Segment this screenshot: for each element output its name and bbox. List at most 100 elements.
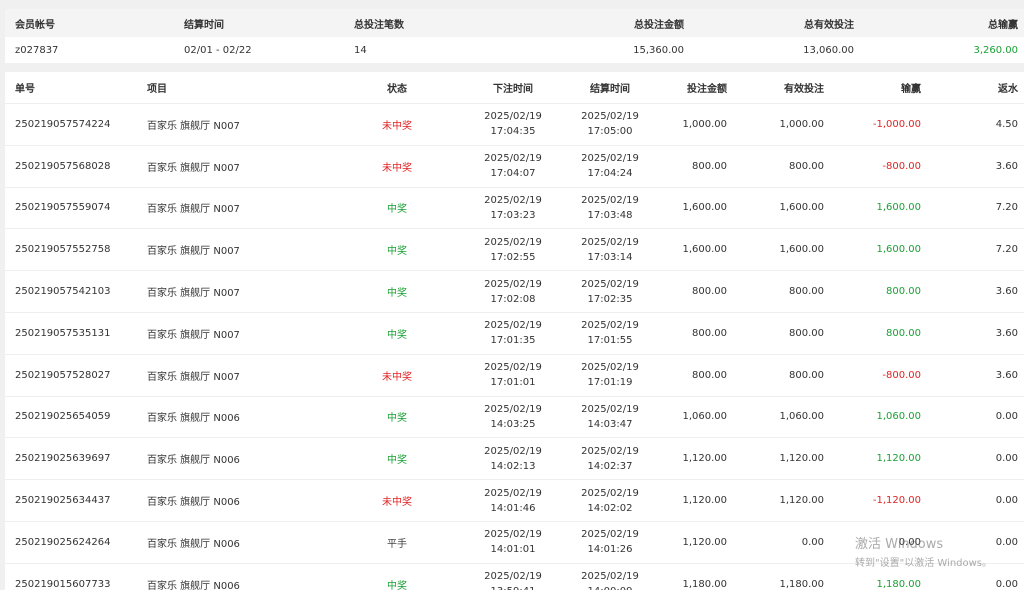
cell-status: 未中奖 [382, 371, 412, 383]
cell-settle-time: 2025/02/19 17:01:55 [580, 313, 640, 354]
cell-win-loss: -1,120.00 [872, 495, 921, 507]
table-row: 250219057542103 百家乐 旗舰厅 N007 中奖 2025/02/19 1… [5, 271, 1024, 313]
cell-rebate: 0.00 [995, 536, 1018, 548]
settle-date: 2025/02/19 [581, 320, 639, 332]
summary-header-total-bet: 总投注金额 [634, 19, 684, 31]
bet-clock: 17:01:35 [490, 335, 536, 347]
cell-bet-time: 2025/02/19 17:03:23 [483, 188, 543, 229]
settle-date: 2025/02/19 [581, 111, 639, 123]
bet-clock: 17:02:55 [490, 251, 536, 263]
bet-date: 2025/02/19 [484, 487, 542, 499]
col-header-id: 单号 [15, 84, 35, 95]
summary-count: 14 [354, 44, 367, 56]
settle-date: 2025/02/19 [581, 487, 639, 499]
cell-game: 百家乐 旗舰厅 N007 [147, 204, 240, 216]
settle-clock: 17:01:55 [587, 335, 633, 347]
col-header-bet-time: 下注时间 [493, 84, 533, 95]
bet-date: 2025/02/19 [484, 111, 542, 123]
cell-settle-time: 2025/02/19 14:02:37 [580, 438, 640, 479]
cell-status: 中奖 [387, 288, 407, 300]
cell-win-loss: 1,060.00 [876, 411, 921, 423]
cell-game: 百家乐 旗舰厅 N007 [147, 120, 240, 132]
cell-valid: 800.00 [789, 286, 824, 298]
summary-account: z027837 [15, 44, 59, 56]
cell-settle-time: 2025/02/19 17:03:48 [580, 188, 640, 229]
col-header-settle-time: 结算时间 [590, 84, 630, 95]
bet-clock: 17:02:08 [490, 293, 536, 305]
cell-valid: 800.00 [789, 327, 824, 339]
summary-valid-bet: 13,060.00 [803, 44, 854, 56]
summary-header-count: 总投注笔数 [354, 19, 404, 31]
bet-clock: 17:04:07 [490, 168, 536, 180]
settle-date: 2025/02/19 [581, 403, 639, 415]
cell-id: 250219025634437 [15, 495, 111, 507]
table-row: 250219025624264 百家乐 旗舰厅 N006 平手 2025/02/19 1… [5, 522, 1024, 564]
summary-total-bet: 15,360.00 [633, 44, 684, 56]
table-row: 250219025639697 百家乐 旗舰厅 N006 中奖 2025/02/19 1… [5, 438, 1024, 481]
cell-valid: 1,120.00 [779, 495, 824, 507]
cell-game: 百家乐 旗舰厅 N007 [147, 288, 240, 300]
cell-game: 百家乐 旗舰厅 N007 [147, 371, 240, 383]
col-header-valid: 有效投注 [784, 84, 824, 95]
table-row: 250219015607733百家乐 旗舰厅 N006中奖2025/02/191… [5, 564, 1024, 590]
cell-game: 百家乐 旗舰厅 N006 [147, 580, 240, 590]
cell-win-loss: -800.00 [882, 369, 921, 381]
cell-id: 250219057528027 [15, 369, 111, 381]
cell-bet-time: 2025/02/19 14:02:13 [483, 438, 543, 479]
col-header-amount: 投注金额 [687, 84, 727, 95]
cell-valid: 1,060.00 [779, 411, 824, 423]
cell-id: 250219057552758 [15, 244, 111, 256]
cell-status: 未中奖 [382, 497, 412, 509]
table-row: 250219057528027 百家乐 旗舰厅 N007 未中奖 2025/02/19… [5, 355, 1024, 397]
bet-date: 2025/02/19 [484, 529, 542, 541]
cell-bet-time: 2025/02/19 17:01:01 [483, 355, 543, 396]
cell-status: 中奖 [387, 246, 407, 258]
cell-settle-time: 2025/02/19 17:03:14 [580, 229, 640, 270]
cell-status: 中奖 [387, 204, 407, 216]
cell-valid: 800.00 [789, 369, 824, 381]
table-body: 250219057574224 百家乐 旗舰厅 N007 未中奖 2025/02/19… [5, 104, 1024, 590]
cell-amount: 1,120.00 [682, 453, 727, 465]
bet-date: 2025/02/19 [484, 153, 542, 165]
cell-id: 250219057559074 [15, 202, 111, 214]
col-header-status: 状态 [387, 84, 407, 95]
cell-bet-time: 2025/02/19 17:04:07 [483, 146, 543, 187]
bet-date: 2025/02/19 [484, 362, 542, 374]
cell-amount: 1,600.00 [682, 202, 727, 214]
cell-bet-time: 2025/02/19 17:01:35 [483, 313, 543, 354]
cell-id: 250219025639697 [15, 453, 111, 465]
cell-settle-time: 2025/02/19 17:04:24 [580, 146, 640, 187]
table-row: 250219057568028 百家乐 旗舰厅 N007 未中奖 2025/02/19… [5, 146, 1024, 188]
cell-win-loss: 0.00 [898, 536, 921, 548]
summary-win-loss: 3,260.00 [973, 44, 1018, 56]
bet-detail-table: 单号 项目 状态 下注时间 结算时间 投注金额 有效投注 输赢 返水 25021… [5, 72, 1024, 590]
settle-clock: 17:02:35 [587, 293, 633, 305]
summary-header: 会员帐号 结算时间 总投注笔数 总投注金额 总有效投注 总输赢 [5, 9, 1024, 37]
summary-panel: 会员帐号 结算时间 总投注笔数 总投注金额 总有效投注 总输赢 z027837 … [5, 9, 1024, 63]
cell-settle-time: 2025/02/19 14:02:02 [580, 480, 640, 521]
bet-date: 2025/02/19 [484, 320, 542, 332]
cell-amount: 1,060.00 [682, 411, 727, 423]
cell-win-loss: 800.00 [886, 327, 921, 339]
bet-date: 2025/02/19 [484, 236, 542, 248]
cell-settle-time: 2025/02/19 14:01:26 [580, 522, 640, 563]
settle-date: 2025/02/19 [581, 571, 639, 583]
cell-amount: 800.00 [692, 369, 727, 381]
cell-win-loss: 800.00 [886, 286, 921, 298]
cell-settle-time: 2025/02/19 17:05:00 [580, 104, 640, 145]
cell-valid: 0.00 [801, 536, 824, 548]
col-header-game: 项目 [147, 84, 167, 95]
cell-rebate: 3.60 [995, 160, 1018, 172]
cell-win-loss: 1,180.00 [876, 578, 921, 590]
settle-clock: 17:03:14 [587, 251, 633, 263]
cell-game: 百家乐 旗舰厅 N007 [147, 246, 240, 258]
cell-bet-time: 2025/02/1913:59:41 [483, 564, 543, 590]
cell-valid: 1,180.00 [779, 578, 824, 590]
cell-status: 未中奖 [382, 162, 412, 174]
bet-date: 2025/02/19 [484, 445, 542, 457]
bet-date: 2025/02/19 [484, 278, 542, 290]
cell-game: 百家乐 旗舰厅 N006 [147, 413, 240, 425]
table-header: 单号 项目 状态 下注时间 结算时间 投注金额 有效投注 输赢 返水 [5, 72, 1024, 104]
cell-amount: 1,000.00 [682, 118, 727, 130]
cell-amount: 800.00 [692, 160, 727, 172]
